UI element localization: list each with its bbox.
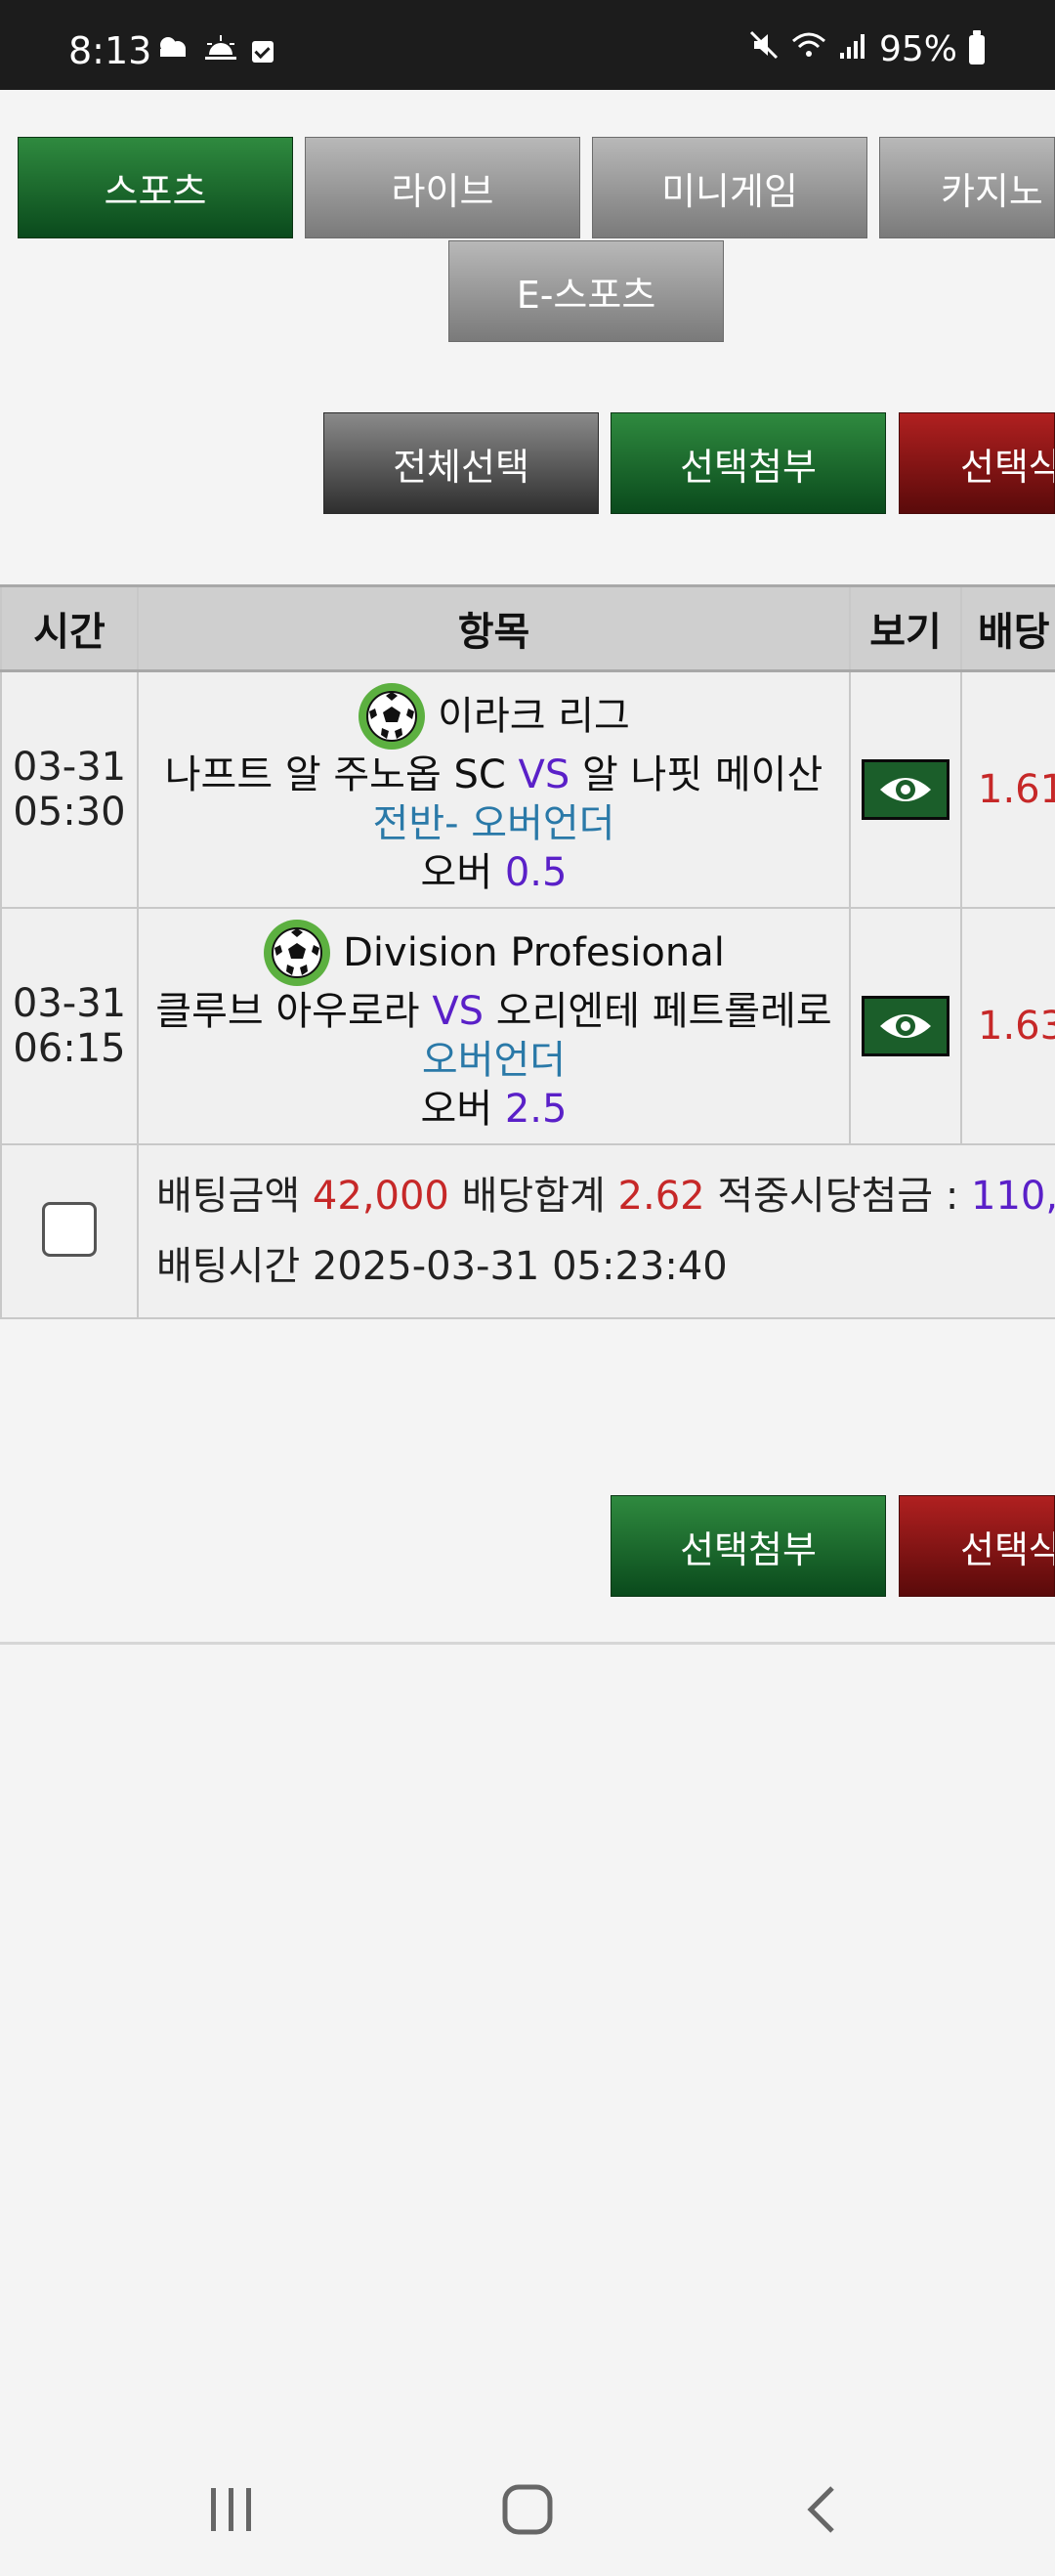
checkbox-icon	[252, 41, 274, 63]
league-name: 이라크 리그	[438, 694, 630, 739]
attach-selected-button[interactable]: 선택첨부	[611, 412, 886, 514]
pick-label: 오버	[420, 850, 493, 895]
sunrise-icon	[203, 33, 238, 70]
total-odds-label: 배당합계	[461, 1174, 606, 1219]
home-team: 클루브 아우로라	[155, 989, 420, 1034]
navigation-bar	[0, 2463, 1055, 2560]
tab-esports[interactable]: E-스포츠	[448, 240, 724, 342]
table-row: 03-31 05:30 이라크 리그 나프트 알 주노옵 SC VS 알 나핏 …	[0, 669, 1055, 909]
summary-row: 배팅금액 42,000 배당합계 2.62 적중시당첨금 : 110,0 배팅시…	[0, 1143, 1055, 1319]
odds-value: 1.63	[960, 907, 1055, 1145]
payout-label: 적중시당첨금 :	[717, 1174, 959, 1219]
match-date: 03-31	[12, 981, 127, 1026]
bet-amount-label: 배팅금액	[156, 1174, 301, 1219]
away-team: 알 나핏 메이산	[582, 752, 823, 797]
vs-label: VS	[432, 989, 485, 1034]
tab-sports[interactable]: 스포츠	[18, 137, 293, 238]
bet-amount: 42,000	[312, 1174, 449, 1219]
header-time: 시간	[0, 584, 139, 672]
pick-label: 오버	[420, 1087, 493, 1132]
status-bar: 8:13 95%	[0, 0, 1055, 90]
mute-icon	[748, 29, 780, 69]
market-type: 오버언더	[421, 1038, 567, 1083]
header-odds: 배당	[960, 584, 1055, 672]
soccer-ball-icon	[263, 919, 331, 987]
home-icon[interactable]	[500, 2482, 555, 2541]
bet-time: 2025-03-31 05:23:40	[312, 1244, 728, 1289]
match-date: 03-31	[12, 745, 127, 790]
payout-amount: 110,0	[971, 1174, 1054, 1219]
bet-table: 시간 항목 보기 배당 03-31 05:30 이라크 리그 나프트 알 주노옵…	[0, 584, 1055, 1319]
total-odds: 2.62	[617, 1174, 705, 1219]
pick-line: 0.5	[504, 850, 568, 895]
tab-minigame[interactable]: 미니게임	[592, 137, 867, 238]
pick-line: 2.5	[504, 1087, 568, 1132]
header-view: 보기	[849, 584, 962, 672]
battery-icon	[969, 29, 985, 64]
odds-value: 1.61	[960, 669, 1055, 909]
home-team: 나프트 알 주노옵 SC	[164, 752, 506, 797]
tab-casino[interactable]: 카지노	[879, 137, 1055, 238]
table-row: 03-31 06:15 Division Profesional 클루브 아우로…	[0, 907, 1055, 1145]
view-button[interactable]	[862, 759, 950, 820]
bet-select-checkbox[interactable]	[42, 1202, 97, 1257]
soccer-ball-icon	[358, 682, 426, 751]
status-time: 8:13	[68, 29, 152, 72]
divider	[0, 1642, 1055, 1645]
header-item: 항목	[137, 584, 851, 672]
bet-time-label: 배팅시간	[156, 1244, 301, 1289]
market-type: 전반- 오버언더	[372, 801, 615, 846]
eye-icon	[880, 778, 931, 801]
eye-icon	[880, 1014, 931, 1038]
delete-selected-button-bottom[interactable]: 선택삭	[899, 1495, 1055, 1597]
signal-icon	[838, 29, 867, 69]
wifi-icon	[791, 29, 826, 69]
match-time: 06:15	[13, 1026, 126, 1071]
vs-label: VS	[518, 752, 570, 797]
recent-apps-icon[interactable]	[207, 2482, 258, 2541]
delete-selected-button[interactable]: 선택삭	[899, 412, 1055, 514]
view-button[interactable]	[862, 996, 950, 1056]
attach-selected-button-bottom[interactable]: 선택첨부	[611, 1495, 886, 1597]
league-name: Division Profesional	[343, 930, 725, 975]
select-all-button[interactable]: 전체선택	[323, 412, 599, 514]
away-team: 오리엔테 페트롤레로	[495, 989, 832, 1034]
back-icon[interactable]	[801, 2482, 840, 2541]
match-time: 05:30	[13, 790, 126, 835]
weather-cloud-icon	[154, 33, 190, 70]
tab-live[interactable]: 라이브	[305, 137, 580, 238]
battery-percent: 95%	[878, 29, 957, 69]
